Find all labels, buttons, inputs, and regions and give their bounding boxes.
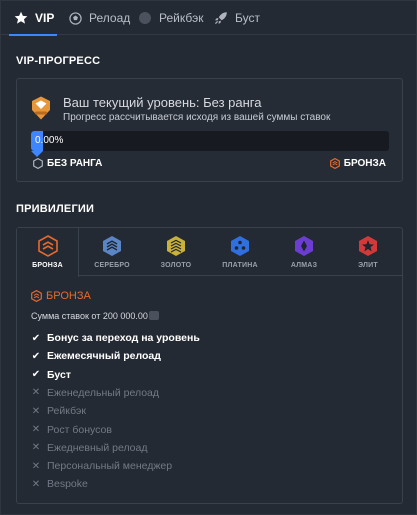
next-rank-text: БРОНЗА — [343, 158, 386, 169]
feature-label: Рейкбэк — [47, 405, 86, 418]
rakeback-icon — [137, 10, 153, 26]
feature-label: Персональный менеджер — [47, 460, 173, 473]
tier-tab-silver[interactable]: СЕРЕБРО — [81, 228, 143, 276]
progress-pointer — [31, 151, 43, 157]
no-rank-badge-icon — [32, 96, 50, 120]
cross-icon: ✕ — [31, 460, 41, 472]
top-tabs: VIP Релоад Рейкбэк Буст — [1, 1, 416, 36]
tier-tab-gold[interactable]: ЗОЛОТО — [145, 228, 207, 276]
feature-item: ✕ Bespoke — [31, 477, 88, 491]
cross-icon: ✕ — [31, 405, 41, 417]
feature-item: ✕ Персональный менеджер — [31, 459, 172, 473]
tab-boost-label: Буст — [235, 11, 260, 25]
tier-tab-diamond[interactable]: АЛМАЗ — [273, 228, 335, 276]
feature-item: ✔ Ежемесячный релоад — [31, 349, 161, 363]
feature-label: Еженедельный релоад — [47, 386, 159, 399]
cross-icon: ✕ — [31, 424, 41, 435]
bronze-rank-icon — [329, 158, 340, 169]
tab-vip-label: VIP — [35, 11, 55, 25]
tab-boost[interactable]: Буст — [213, 1, 260, 35]
no-rank-hexagon-icon — [33, 158, 43, 169]
cross-icon: ✕ — [31, 387, 41, 399]
cross-icon: ✕ — [31, 442, 41, 454]
privileges-panel: БРОНЗА СЕРЕБРО ЗОЛОТО ПЛАТИНА АЛМАЗ ЭЛИТ… — [16, 227, 403, 504]
current-rank-label: БЕЗ РАНГА — [33, 158, 102, 169]
feature-label: Рост бонусов — [47, 423, 112, 436]
check-icon: ✔ — [31, 350, 41, 362]
vip-progress-card: Ваш текущий уровень: Без ранга Прогресс … — [16, 78, 403, 182]
feature-item: ✕ Рост бонусов — [31, 423, 112, 437]
tab-rakeback-label: Рейкбэк — [159, 11, 204, 25]
soccer-ball-icon — [67, 10, 83, 26]
privileges-heading: ПРИВИЛЕГИИ — [16, 203, 95, 215]
platinum-tier-icon — [231, 236, 249, 256]
gold-tier-icon — [167, 236, 185, 256]
check-icon: ✔ — [31, 369, 41, 381]
check-icon: ✔ — [31, 332, 41, 344]
cross-icon: ✕ — [31, 478, 41, 490]
feature-item: ✔ Буст — [31, 368, 71, 382]
current-rank-text: БЕЗ РАНГА — [47, 158, 103, 169]
tier-tabs: БРОНЗА СЕРЕБРО ЗОЛОТО ПЛАТИНА АЛМАЗ ЭЛИТ — [17, 228, 402, 277]
vip-progress-heading: VIP-ПРОГРЕСС — [16, 55, 101, 67]
tab-reload[interactable]: Релоад — [67, 1, 130, 35]
wager-requirement-text: Сумма ставок от 200 000.00 — [31, 311, 148, 321]
tier-label: ПЛАТИНА — [222, 262, 258, 269]
tier-label: БРОНЗА — [32, 262, 63, 269]
diamond-tier-icon — [295, 236, 313, 256]
tier-tab-platinum[interactable]: ПЛАТИНА — [209, 228, 271, 276]
tier-label: АЛМАЗ — [290, 262, 318, 269]
current-level-text: Ваш текущий уровень: Без ранга — [63, 95, 262, 110]
feature-label: Буст — [47, 368, 71, 381]
next-rank-label: БРОНЗА — [329, 158, 386, 169]
tier-label: ЭЛИТ — [358, 262, 378, 269]
feature-item: ✕ Ежедневный релоад — [31, 441, 148, 455]
feature-item: ✔ Бонус за переход на уровень — [31, 331, 200, 345]
feature-item: ✕ Еженедельный релоад — [31, 386, 159, 400]
tab-rakeback[interactable]: Рейкбэк — [137, 1, 203, 35]
bronze-rank-icon — [31, 290, 42, 302]
bronze-tier-icon — [37, 235, 58, 257]
feature-label: Ежемесячный релоад — [47, 350, 161, 363]
tab-reload-label: Релоад — [89, 11, 131, 25]
tier-label: ЗОЛОТО — [160, 262, 192, 269]
star-icon — [13, 10, 29, 26]
tier-tab-elite[interactable]: ЭЛИТ — [337, 228, 399, 276]
vip-panel: VIP Релоад Рейкбэк Буст VIP-ПРОГРЕСС Ваш… — [0, 0, 417, 515]
tier-tab-bronze[interactable]: БРОНЗА — [17, 228, 79, 277]
feature-label: Бонус за переход на уровень — [47, 332, 200, 344]
feature-item: ✕ Рейкбэк — [31, 404, 86, 418]
silver-tier-icon — [103, 236, 121, 256]
currency-icon — [148, 311, 159, 320]
progress-percent: 0.00% — [35, 135, 64, 146]
tier-label: СЕРЕБРО — [94, 262, 130, 269]
tab-vip[interactable]: VIP — [13, 1, 54, 35]
selected-tier-name: БРОНЗА — [46, 290, 91, 302]
progress-description: Прогресс рассчитывается исходя из вашей … — [63, 112, 331, 123]
selected-tier-title: БРОНЗА — [31, 290, 91, 302]
rocket-icon — [213, 10, 229, 26]
vip-progress-bar: 0.00% — [31, 131, 389, 151]
wager-requirement: Сумма ставок от 200 000.00 — [31, 311, 159, 321]
feature-label: Ежедневный релоад — [47, 441, 148, 454]
feature-label: Bespoke — [47, 478, 88, 491]
active-tab-indicator — [9, 34, 57, 36]
elite-tier-icon — [359, 236, 377, 256]
